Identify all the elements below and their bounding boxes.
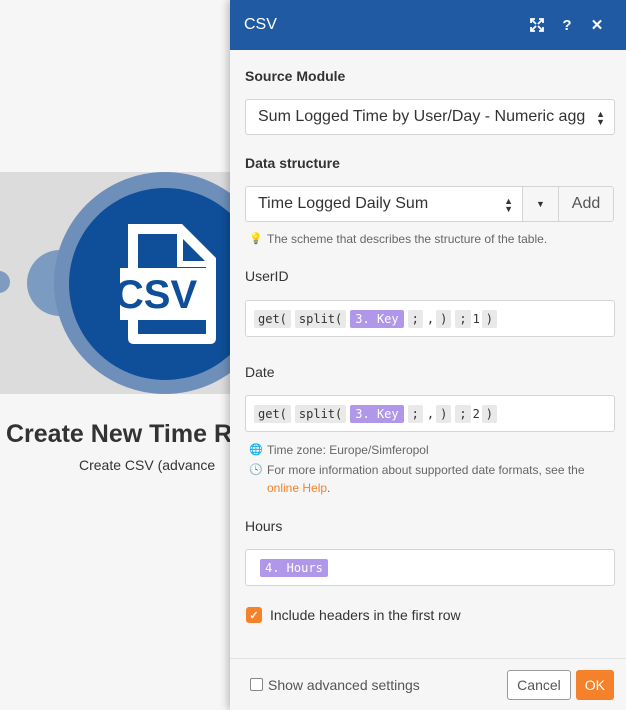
timezone-hint: 🌐 Time zone: Europe/Simferopol (249, 443, 615, 457)
separator-token[interactable]: ; (407, 309, 423, 328)
index-text: 2 (472, 406, 480, 421)
source-module-select[interactable]: Sum Logged Time by User/Day - Numeric ag… (245, 99, 615, 135)
cancel-button[interactable]: Cancel (507, 669, 571, 700)
timezone-hint-text: Time zone: Europe/Simferopol (267, 443, 429, 457)
hours-field[interactable]: 4. Hours (245, 549, 615, 586)
date-format-hint: 🕓 For more information about supported d… (249, 461, 615, 497)
panel-footer: Show advanced settings Cancel OK (230, 658, 626, 710)
data-structure-dropdown-button[interactable]: ▼ (523, 186, 559, 222)
module-subtitle: Create CSV (advance (79, 457, 216, 473)
csv-file-icon: CSV (100, 220, 220, 351)
hours-label: Hours (245, 518, 283, 534)
advanced-settings-label[interactable]: Show advanced settings (268, 677, 507, 693)
userid-label: UserID (245, 268, 289, 284)
index-text: 1 (472, 311, 480, 326)
advanced-settings-checkbox[interactable] (250, 678, 263, 691)
hours-variable-token[interactable]: 4. Hours (260, 558, 328, 577)
ok-button[interactable]: OK (575, 669, 614, 700)
close-paren-token[interactable]: ) (436, 309, 452, 328)
separator-token[interactable]: ; (455, 309, 471, 328)
structure-hint-text: The scheme that describes the structure … (267, 232, 548, 246)
add-structure-button[interactable]: Add (559, 186, 614, 222)
close-paren-token[interactable]: ) (436, 404, 452, 423)
source-module-label: Source Module (245, 68, 346, 84)
separator-token[interactable]: ; (455, 404, 471, 423)
split-function-token[interactable]: split( (294, 404, 347, 423)
close-paren-token[interactable]: ) (481, 309, 498, 328)
split-function-token[interactable]: split( (294, 309, 347, 328)
chevron-down-icon: ▼ (536, 199, 545, 209)
source-module-value: Sum Logged Time by User/Day - Numeric ag… (258, 108, 586, 125)
date-format-hint-suffix: . (327, 481, 331, 495)
include-headers-row[interactable]: ✓ Include headers in the first row (246, 607, 615, 623)
globe-icon: 🌐 (249, 444, 263, 456)
comma-text: , (426, 311, 435, 326)
panel-header: CSV ? ✕ (230, 0, 626, 50)
structure-hint: 💡 The scheme that describes the structur… (249, 232, 615, 246)
select-arrows-icon: ▲ ▼ (596, 109, 605, 127)
key-variable-token[interactable]: 3. Key (350, 404, 404, 423)
get-function-token[interactable]: get( (254, 404, 291, 423)
panel-title: CSV (244, 16, 277, 33)
separator-token[interactable]: ; (407, 404, 423, 423)
data-structure-value: Time Logged Daily Sum (258, 195, 429, 212)
date-field[interactable]: get( split( 3. Key ; , ) ; 2 ) (245, 395, 615, 432)
include-headers-checkbox[interactable]: ✓ (246, 607, 262, 623)
csv-icon-text: CSV (120, 273, 197, 317)
userid-field[interactable]: get( split( 3. Key ; , ) ; 1 ) (245, 300, 615, 337)
help-icon[interactable]: ? (552, 10, 582, 40)
select-arrows-icon: ▲ ▼ (504, 196, 513, 214)
key-variable-token[interactable]: 3. Key (350, 309, 404, 328)
maximize-icon[interactable] (522, 10, 552, 40)
data-structure-row: Time Logged Daily Sum ▲ ▼ ▼ Add (245, 186, 615, 222)
lightbulb-icon: 💡 (249, 233, 263, 245)
online-help-link[interactable]: online Help (267, 481, 327, 495)
panel-body: Source Module Sum Logged Time by User/Da… (230, 68, 626, 623)
date-format-hint-text: For more information about supported dat… (267, 463, 585, 477)
include-headers-label: Include headers in the first row (270, 607, 461, 623)
data-structure-label: Data structure (245, 155, 340, 171)
close-paren-token[interactable]: ) (481, 404, 498, 423)
clock-icon: 🕓 (249, 464, 263, 476)
comma-text: , (426, 406, 435, 421)
data-structure-select[interactable]: Time Logged Daily Sum ▲ ▼ (245, 186, 523, 222)
get-function-token[interactable]: get( (254, 309, 291, 328)
close-icon[interactable]: ✕ (582, 10, 612, 40)
module-title[interactable]: Create New Time R (6, 420, 232, 449)
module-settings-panel: CSV ? ✕ Source Module Sum Logged Time by… (230, 0, 626, 710)
date-label: Date (245, 364, 275, 380)
